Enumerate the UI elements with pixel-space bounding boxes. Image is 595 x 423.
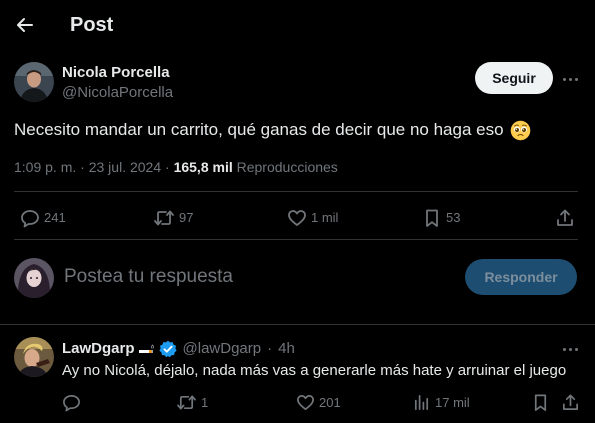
views-count: 165,8 mil: [173, 159, 233, 175]
bookmark-count: 53: [446, 210, 461, 225]
reply-repost-count: 1: [201, 394, 209, 410]
repost-icon: [177, 395, 196, 410]
post-more-button[interactable]: [559, 70, 581, 88]
reply-input[interactable]: Postea tu respuesta: [64, 265, 233, 289]
heart-icon: [297, 394, 314, 411]
reply-action[interactable]: 241: [20, 208, 66, 228]
author-name[interactable]: Nicola Porcella: [62, 64, 170, 82]
reply-like-count: 201: [319, 394, 341, 410]
cigarette-emoji-icon: [138, 344, 155, 354]
meta-separator: ·: [76, 159, 89, 175]
share-icon: [562, 394, 579, 411]
author-avatar[interactable]: [14, 62, 54, 102]
more-icon: [562, 347, 578, 351]
divider: [14, 239, 578, 240]
repost-action[interactable]: 97: [153, 208, 193, 228]
follow-button[interactable]: Seguir: [475, 62, 553, 94]
arrow-left-icon: [17, 18, 33, 32]
share-action[interactable]: [555, 208, 575, 228]
reply-time-separator: ·: [267, 340, 273, 357]
post-date[interactable]: 23 jul. 2024: [89, 159, 161, 175]
reply-author: LawDgarp @lawDgarp · 4h: [62, 340, 295, 358]
page-title: Post: [70, 14, 114, 36]
bookmark-icon: [534, 394, 547, 411]
reply-like-action[interactable]: 201: [296, 393, 341, 412]
like-count: 1 mil: [311, 210, 339, 225]
heart-icon: [288, 210, 306, 226]
reply-count: 241: [44, 210, 66, 225]
bookmark-icon: [426, 209, 438, 227]
meta-separator: ·: [161, 159, 174, 175]
comment-icon: [21, 210, 39, 228]
reply-time[interactable]: 4h: [278, 340, 295, 358]
post-meta: 1:09 p. m. · 23 jul. 2024 · 165,8 mil Re…: [14, 158, 338, 176]
divider: [0, 324, 595, 325]
pleading-face-icon: [510, 120, 531, 141]
divider: [14, 191, 578, 192]
post-text: Necesito mandar un carrito, qué ganas de…: [14, 119, 531, 141]
reply-more-button[interactable]: [559, 340, 581, 358]
back-button[interactable]: [12, 12, 38, 38]
reply-reply-action[interactable]: [62, 393, 85, 412]
bookmark-action[interactable]: 53: [422, 208, 460, 228]
repost-count: 97: [179, 210, 194, 225]
views-icon: [414, 394, 429, 411]
more-icon: [562, 77, 578, 81]
current-user-avatar[interactable]: [14, 258, 54, 298]
post-text-content: Necesito mandar un carrito, qué ganas de…: [14, 120, 504, 139]
reply-author-handle[interactable]: @lawDgarp: [183, 340, 262, 358]
reply-repost-action[interactable]: 1: [176, 393, 208, 412]
reply-bookmark-action[interactable]: [531, 393, 550, 412]
reply-views-count: 17 mil: [435, 394, 470, 410]
reply-author-avatar[interactable]: [14, 337, 54, 377]
reply-text: Ay no Nicolá, déjalo, nada más vas a gen…: [62, 362, 567, 379]
reply-author-name[interactable]: LawDgarp: [62, 340, 135, 358]
post-time[interactable]: 1:09 p. m.: [14, 159, 76, 175]
comment-icon: [63, 394, 80, 412]
author-handle[interactable]: @NicolaPorcella: [62, 84, 173, 102]
views-label: Reproducciones: [236, 159, 338, 175]
reply-share-action[interactable]: [561, 393, 580, 412]
share-icon: [557, 209, 573, 226]
reply-views-action[interactable]: 17 mil: [412, 393, 470, 412]
verified-badge-icon: [158, 340, 177, 358]
like-action[interactable]: 1 mil: [287, 208, 338, 228]
repost-icon: [154, 210, 174, 226]
reply-submit-button[interactable]: Responder: [465, 259, 577, 295]
